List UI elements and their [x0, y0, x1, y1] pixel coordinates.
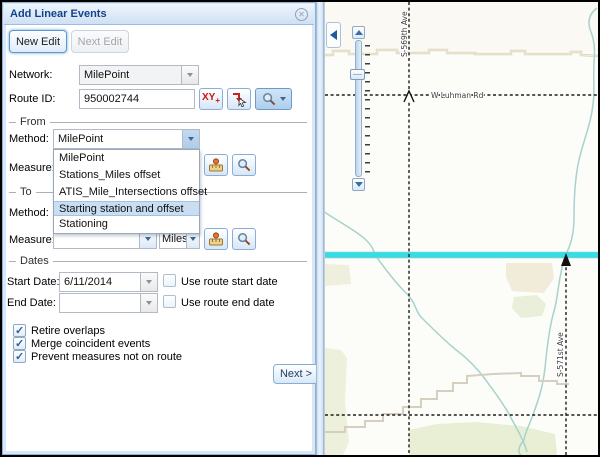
dropdown-option-selected[interactable]: Starting station and offset [54, 201, 199, 216]
xy-icon: XY+ [202, 93, 220, 106]
start-date-label: Start Date: [7, 276, 60, 288]
search-route-dropdown-button[interactable] [255, 88, 292, 110]
merge-coincident-events-checkbox[interactable] [13, 337, 26, 350]
route-id-value: 950002744 [80, 90, 194, 108]
trail-path [325, 373, 569, 432]
use-route-start-date-label: Use route start date [181, 276, 278, 288]
dropdown-option[interactable]: MilePoint [54, 150, 199, 167]
chevron-down-icon [146, 301, 152, 305]
next-edit-button[interactable]: Next Edit [71, 30, 129, 53]
use-route-end-date-checkbox[interactable] [163, 295, 176, 308]
zoom-out-icon [355, 182, 363, 187]
end-date-input[interactable] [59, 293, 158, 313]
vegetation-patch [506, 263, 554, 293]
map-pane[interactable]: W Luhman Rd S-569th Ave S-571st Ave [324, 2, 598, 455]
map-pick-icon [231, 91, 247, 107]
network-label: Network: [9, 69, 52, 81]
network-combo[interactable]: MilePoint [79, 65, 199, 85]
from-method-combo[interactable]: MilePoint [53, 129, 200, 149]
from-measure-search-button[interactable] [232, 154, 256, 176]
stream-east [519, 8, 597, 455]
search-icon [237, 232, 251, 246]
dropdown-option[interactable]: Stations_Miles offset [54, 167, 199, 184]
xy-coordinates-button[interactable]: XY+ [199, 88, 223, 110]
vegetation-patch [325, 264, 351, 286]
direction-arrow-icon [404, 91, 414, 102]
route-id-input[interactable]: 950002744 [79, 89, 195, 109]
from-measure-on-map-button[interactable] [204, 154, 228, 176]
method-dropdown-list: MilePoint Stations_Miles offset ATIS_Mil… [53, 149, 200, 234]
zoom-in-button[interactable] [352, 26, 365, 39]
dialog-titlebar[interactable]: Add Linear Events [4, 4, 314, 25]
vegetation-patch [325, 348, 349, 455]
search-icon [262, 92, 276, 106]
retire-overlaps-label: Retire overlaps [31, 325, 105, 337]
chevron-down-icon [145, 237, 151, 241]
chevron-down-icon [280, 97, 286, 101]
stream-west [325, 211, 527, 452]
start-date-input[interactable]: 6/11/2014 [59, 272, 158, 292]
new-edit-button[interactable]: New Edit [9, 30, 67, 53]
next-button[interactable]: Next > [273, 364, 319, 384]
road-label-v-east: S-571st Ave [556, 332, 565, 377]
dropdown-option[interactable]: Stationing [54, 216, 199, 233]
chevron-down-icon [190, 237, 196, 241]
road-label-v-west: S-569th Ave [400, 11, 409, 57]
collapse-panel-button[interactable] [326, 22, 341, 48]
retire-overlaps-checkbox[interactable] [13, 324, 26, 337]
use-route-end-date-label: Use route end date [181, 297, 275, 309]
route-id-label: Route ID: [9, 93, 55, 105]
from-fieldset-legend: From [9, 116, 307, 128]
next-edit-label: Next Edit [78, 36, 123, 48]
app-frame: Add Linear Events New Edit Next Edit Net… [0, 0, 600, 457]
to-measure-search-button[interactable] [232, 228, 256, 250]
search-icon [237, 158, 251, 172]
map-land-tint [325, 2, 598, 51]
from-method-label: Method: [9, 133, 49, 145]
use-route-start-date-checkbox[interactable] [163, 274, 176, 287]
merge-coincident-events-label: Merge coincident events [31, 338, 150, 350]
next-button-label: Next > [280, 368, 312, 380]
add-linear-events-dialog: Add Linear Events New Edit Next Edit Net… [2, 2, 316, 455]
end-date-trigger[interactable] [140, 294, 157, 312]
end-date-label: End Date: [7, 297, 56, 309]
from-method-value: MilePoint [54, 130, 182, 148]
ruler-icon [208, 232, 224, 247]
end-date-value [60, 294, 140, 312]
zoom-slider-ticks [365, 45, 370, 180]
panel-splitter[interactable] [316, 2, 324, 455]
prevent-measures-label: Prevent measures not on route [31, 351, 182, 363]
dates-fieldset-legend: Dates [9, 255, 307, 267]
from-method-trigger[interactable] [182, 130, 199, 148]
zoom-out-button[interactable] [352, 178, 365, 191]
prevent-measures-checkbox[interactable] [13, 350, 26, 363]
to-measure-label: Measure: [9, 234, 55, 246]
dialog-title: Add Linear Events [10, 8, 295, 20]
chevron-down-icon [187, 73, 193, 77]
network-combo-trigger[interactable] [181, 66, 198, 84]
vegetation-patch [409, 422, 557, 455]
ruler-icon [208, 158, 224, 173]
dropdown-option[interactable]: ATIS_Mile_Intersections offset [54, 184, 199, 201]
select-route-on-map-button[interactable] [227, 88, 251, 110]
from-measure-label: Measure: [9, 162, 55, 174]
to-method-label: Method: [9, 207, 49, 219]
vegetation-patch [512, 295, 546, 318]
chevron-down-icon [188, 137, 194, 141]
road-label-h: W Luhman Rd [431, 91, 484, 100]
close-icon[interactable] [295, 8, 308, 21]
new-edit-label: New Edit [16, 36, 60, 48]
start-date-trigger[interactable] [140, 273, 157, 291]
start-date-value: 6/11/2014 [60, 273, 140, 291]
to-measure-on-map-button[interactable] [204, 228, 228, 250]
zoom-slider-handle[interactable] [350, 69, 365, 80]
zoom-slider-track[interactable] [355, 40, 362, 177]
collapse-left-icon [330, 30, 337, 40]
network-value: MilePoint [80, 66, 181, 84]
chevron-down-icon [146, 280, 152, 284]
zoom-in-icon [355, 30, 363, 35]
